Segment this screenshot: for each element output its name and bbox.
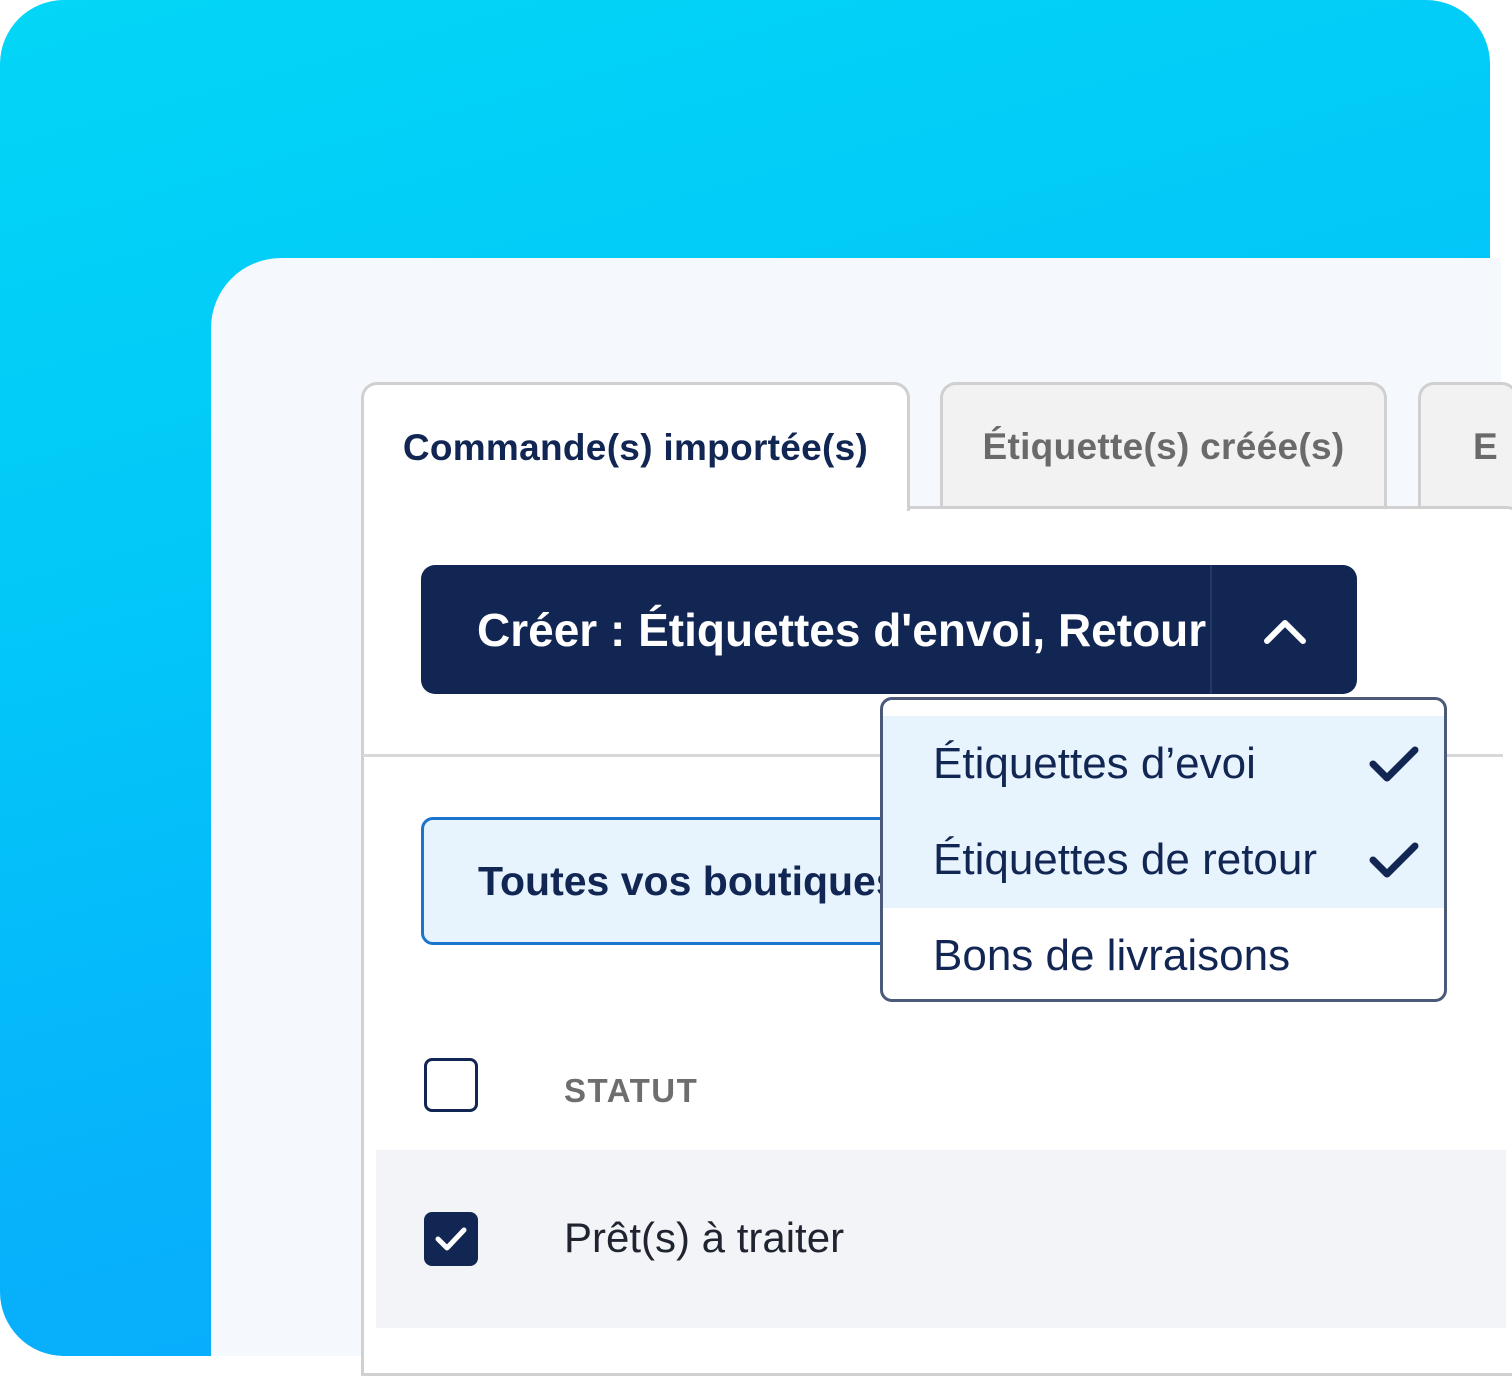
menu-item-label: Étiquettes d’evoi [933,739,1256,788]
checkmark-icon [435,1227,467,1251]
tab-label: E [1473,425,1498,467]
create-button-label: Créer : Étiquettes d'envoi, Retour [477,603,1207,656]
column-header-status: STATUT [564,1072,699,1109]
row-checkbox[interactable] [424,1212,478,1266]
tab-created-labels[interactable]: Étiquette(s) créée(s) [940,382,1387,508]
create-labels-button[interactable]: Créer : Étiquettes d'envoi, Retour [421,565,1357,694]
chevron-up-icon [1263,619,1306,644]
dropdown-toggle[interactable] [1210,565,1357,694]
menu-item-delivery-notes[interactable]: Bons de livraisons [883,908,1444,999]
shop-filter-value: Toutes vos boutiques [478,857,899,904]
menu-item-return-labels[interactable]: Étiquettes de retour [883,812,1444,908]
tab-label: Commande(s) importée(s) [402,427,869,468]
select-all-checkbox[interactable] [424,1058,478,1112]
row-status-text: Prêt(s) à traiter [564,1214,845,1261]
tab-label: Étiquette(s) créée(s) [982,425,1345,467]
create-options-menu: Étiquettes d’evoi Étiquettes de retour B… [880,697,1447,1002]
menu-item-shipping-labels[interactable]: Étiquettes d’evoi [883,716,1444,812]
tab-imported-orders[interactable]: Commande(s) importée(s) [361,382,910,511]
menu-item-label: Bons de livraisons [933,931,1291,980]
menu-item-label: Étiquettes de retour [933,835,1318,884]
checkmark-icon [1369,746,1419,782]
table-header-row: STATUT [376,1030,1506,1148]
checkmark-icon [1369,842,1419,878]
tab-third[interactable]: E [1418,382,1512,508]
table-row[interactable]: Prêt(s) à traiter [376,1150,1506,1328]
